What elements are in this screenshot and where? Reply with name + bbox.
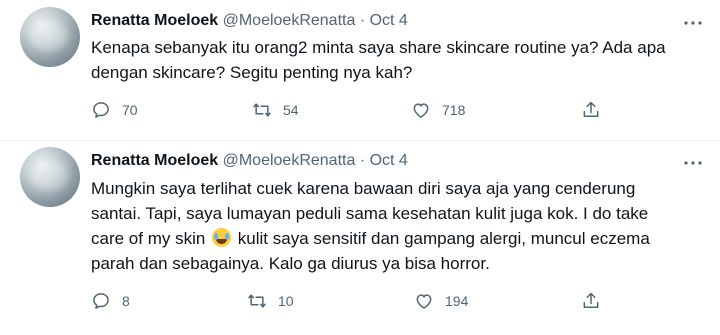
reply-bubble-icon	[93, 102, 109, 118]
retweet-count: 54	[283, 102, 299, 118]
face-with-tears-of-joy-emoji	[212, 228, 232, 247]
share-button[interactable]	[581, 98, 601, 122]
reply-count: 8	[122, 293, 130, 309]
reply-bubble-icon	[93, 293, 109, 309]
heart-icon	[416, 294, 432, 309]
tweet-text-segment: kulit saya sensitif dan gampang alergi, …	[237, 229, 650, 248]
tweet-text-line: care of my skin kulit saya sensitif dan …	[91, 226, 701, 251]
avatar[interactable]	[20, 7, 80, 67]
author-name[interactable]: Renatta Moeloek	[91, 12, 218, 29]
tweet-text-line: santai. Tapi, saya lumayan peduli sama k…	[91, 204, 649, 223]
tweet-header: Renatta Moeloek @MoeloekRenatta · Oct 4	[91, 150, 408, 172]
tweet-header: Renatta Moeloek @MoeloekRenatta · Oct 4	[91, 10, 408, 32]
more-dots-icon[interactable]	[682, 152, 704, 174]
share-icon	[583, 292, 599, 308]
like-button[interactable]: 718	[411, 98, 465, 122]
retweet-icon	[248, 294, 266, 308]
more-dots-icon[interactable]	[682, 12, 704, 34]
reply-button[interactable]: 8	[91, 289, 130, 313]
retweet-button[interactable]: 54	[252, 98, 299, 122]
tweet-date[interactable]: Oct 4	[370, 12, 408, 29]
author-name[interactable]: Renatta Moeloek	[91, 152, 218, 169]
separator-dot: ·	[359, 12, 366, 29]
like-button[interactable]: 194	[414, 289, 468, 313]
tweet-text-line: dengan skincare? Segitu penting nya kah?	[91, 63, 413, 82]
like-count: 718	[442, 102, 466, 118]
heart-icon	[413, 103, 429, 118]
author-handle[interactable]: @MoeloekRenatta	[223, 12, 356, 29]
share-icon	[583, 101, 599, 117]
tweet-text-line: Mungkin saya terlihat cuek karena bawaan…	[91, 179, 636, 198]
avatar[interactable]	[20, 147, 80, 207]
tweet[interactable]: Renatta Moeloek @MoeloekRenatta · Oct 4 …	[0, 141, 720, 335]
retweet-count: 10	[278, 293, 294, 309]
retweet-icon	[253, 103, 271, 117]
tweet-text-line: Kenapa sebanyak itu orang2 minta saya sh…	[91, 38, 666, 57]
retweet-button[interactable]: 10	[247, 289, 294, 313]
reply-button[interactable]: 70	[91, 98, 138, 122]
author-handle[interactable]: @MoeloekRenatta	[223, 152, 356, 169]
tweet-text-line: parah dan sebagainya. Kalo ga diurus ya …	[91, 254, 490, 273]
tweet-date[interactable]: Oct 4	[370, 152, 408, 169]
tweet[interactable]: Renatta Moeloek @MoeloekRenatta · Oct 4 …	[0, 0, 720, 140]
tweet-text: Kenapa sebanyak itu orang2 minta saya sh…	[91, 35, 701, 85]
tweet-text-segment: care of my skin	[91, 229, 206, 248]
tweet-text: Mungkin saya terlihat cuek karena bawaan…	[91, 176, 701, 276]
share-button[interactable]	[581, 289, 601, 313]
separator-dot: ·	[359, 152, 366, 169]
like-count: 194	[445, 293, 469, 309]
reply-count: 70	[122, 102, 138, 118]
